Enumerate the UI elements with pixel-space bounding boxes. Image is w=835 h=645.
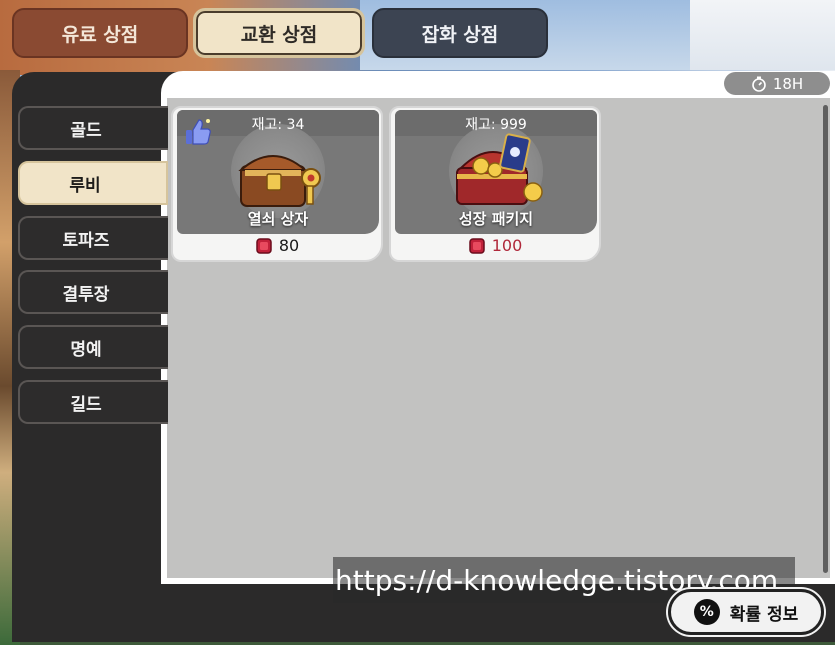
price-value: 100 xyxy=(491,236,523,255)
product-image-area: 재고: 999 성장 패키지 xyxy=(395,110,597,234)
product-card-key-box[interactable]: 재고: 34 열쇠 상자 80 xyxy=(171,106,383,262)
sidebar-item-guild[interactable]: 길드 xyxy=(18,380,168,424)
sidebar-item-arena[interactable]: 결투장 xyxy=(18,270,168,314)
sidebar-item-ruby[interactable]: 루비 xyxy=(18,161,168,205)
sidebar-item-gold[interactable]: 골드 xyxy=(18,106,168,150)
thumbs-up-icon xyxy=(186,119,211,145)
tab-exchange-shop[interactable]: 교환 상점 xyxy=(193,8,365,58)
ruby-icon xyxy=(468,237,485,254)
product-card-growth-package[interactable]: 재고: 999 성장 패키지 100 xyxy=(389,106,601,262)
price-row: 100 xyxy=(391,236,599,255)
tab-paid-shop[interactable]: 유료 상점 xyxy=(12,8,188,58)
refresh-timer: 18H xyxy=(724,72,830,95)
probability-info-button[interactable]: % 확률 정보 xyxy=(668,589,824,635)
price-row: 80 xyxy=(173,236,381,255)
ruby-icon xyxy=(256,237,272,254)
scrollbar[interactable] xyxy=(823,105,828,573)
percent-icon: % xyxy=(693,599,720,625)
product-name: 열쇠 상자 xyxy=(247,210,309,228)
treasure-package-icon xyxy=(456,133,543,205)
background-cloud xyxy=(690,0,835,70)
price-value: 80 xyxy=(278,236,300,255)
sidebar-item-honor[interactable]: 명예 xyxy=(18,325,168,369)
tab-general-store[interactable]: 잡화 상점 xyxy=(372,8,548,58)
timer-label: 18H xyxy=(772,74,804,93)
stock-label: 재고: 999 xyxy=(465,117,527,133)
treasure-chest-icon xyxy=(238,155,321,207)
sidebar-item-topaz[interactable]: 토파즈 xyxy=(18,216,168,260)
stopwatch-icon xyxy=(752,76,766,92)
probability-info-label: 확률 정보 xyxy=(729,604,799,625)
product-name: 성장 패키지 xyxy=(458,210,534,228)
